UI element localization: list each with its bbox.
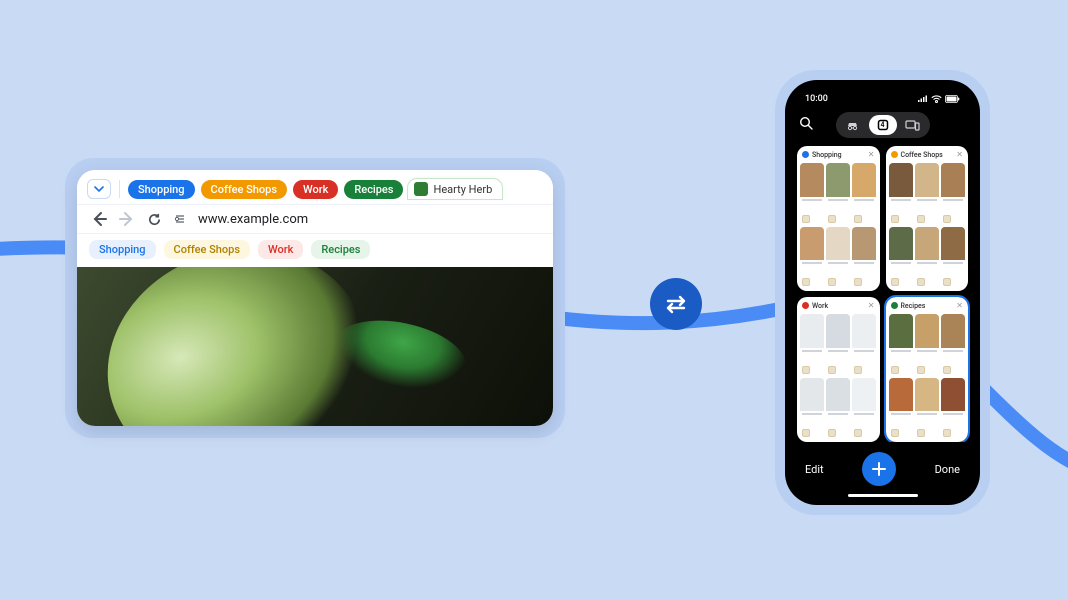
bookmark-work[interactable]: Work (258, 240, 303, 259)
tab-thumbnail[interactable] (915, 378, 939, 440)
tab-thumbnail[interactable] (915, 227, 939, 289)
phone-group-label: Work (812, 302, 828, 310)
phone-card: 10:00 4 (775, 70, 990, 515)
view-incognito[interactable] (839, 115, 867, 135)
edit-button[interactable]: Edit (805, 463, 824, 476)
signal-icon (917, 95, 928, 103)
tab-thumbnail[interactable] (941, 163, 965, 225)
sync-icon (650, 278, 702, 330)
tab-thumbnail[interactable] (941, 378, 965, 440)
tab-thumbnail[interactable] (941, 314, 965, 376)
wifi-icon (931, 95, 942, 103)
tab-thumbnail[interactable] (941, 227, 965, 289)
status-bar: 10:00 (795, 90, 970, 112)
home-indicator (848, 494, 918, 497)
tab-thumbnail[interactable] (800, 378, 824, 440)
tab-thumbnail[interactable] (826, 378, 850, 440)
forward-button[interactable] (119, 211, 135, 227)
view-segmented-control: 4 (836, 112, 930, 138)
address-bar: www.example.com (77, 204, 553, 234)
phone-group-coffee-shops[interactable]: Coffee Shops ✕ (886, 146, 969, 291)
tab-group-coffee-shops[interactable]: Coffee Shops (201, 180, 287, 199)
status-time: 10:00 (805, 94, 828, 104)
view-open-tabs[interactable]: 4 (869, 115, 897, 135)
tab-thumbnail[interactable] (800, 163, 824, 225)
bookmark-coffee-shops[interactable]: Coffee Shops (164, 240, 250, 259)
phone-bottom-bar: Edit Done (795, 442, 970, 490)
desktop-browser-card: Shopping Coffee Shops Work Recipes Heart… (65, 158, 565, 438)
tab-strip-divider (119, 180, 120, 198)
close-icon[interactable]: ✕ (868, 301, 875, 310)
battery-icon (945, 95, 960, 103)
tabs-dropdown-button[interactable] (87, 179, 111, 199)
tab-thumbnail[interactable] (826, 227, 850, 289)
close-icon[interactable]: ✕ (956, 150, 963, 159)
phone-group-label: Shopping (812, 151, 842, 159)
tab-groups-grid: Shopping ✕ Coffee Shops ✕ (795, 146, 970, 442)
reload-button[interactable] (147, 212, 162, 227)
tab-thumbnail[interactable] (852, 227, 876, 289)
open-tabs-count: 4 (881, 121, 885, 129)
tab-thumbnail[interactable] (889, 314, 913, 376)
tab-thumbnail[interactable] (826, 314, 850, 376)
close-icon[interactable]: ✕ (868, 150, 875, 159)
phone-frame: 10:00 4 (785, 80, 980, 505)
tab-thumbnail[interactable] (852, 378, 876, 440)
view-other-devices[interactable] (899, 115, 927, 135)
tab-group-shopping[interactable]: Shopping (128, 180, 195, 199)
url-text[interactable]: www.example.com (198, 212, 308, 227)
phone-group-shopping[interactable]: Shopping ✕ (797, 146, 880, 291)
active-tab-label: Hearty Herb (433, 183, 492, 196)
tab-group-recipes[interactable]: Recipes (344, 180, 403, 199)
back-button[interactable] (91, 211, 107, 227)
phone-group-label: Recipes (901, 302, 926, 310)
phone-group-work[interactable]: Work ✕ (797, 297, 880, 442)
tab-thumbnail[interactable] (889, 227, 913, 289)
active-tab[interactable]: Hearty Herb (407, 178, 503, 200)
phone-group-label: Coffee Shops (901, 151, 943, 159)
close-icon[interactable]: ✕ (956, 301, 963, 310)
tab-thumbnail[interactable] (889, 378, 913, 440)
tab-strip: Shopping Coffee Shops Work Recipes Heart… (77, 170, 553, 204)
new-tab-button[interactable] (862, 452, 896, 486)
tab-group-work[interactable]: Work (293, 180, 338, 199)
phone-toolbar: 4 (795, 112, 970, 146)
tab-thumbnail[interactable] (800, 227, 824, 289)
status-indicators (917, 94, 960, 104)
bookmark-shopping[interactable]: Shopping (89, 240, 156, 259)
page-content-image (77, 267, 553, 426)
tab-thumbnail[interactable] (915, 163, 939, 225)
bookmark-bar: Shopping Coffee Shops Work Recipes (77, 234, 553, 267)
tab-thumbnail[interactable] (889, 163, 913, 225)
tab-thumbnail[interactable] (852, 314, 876, 376)
site-info-icon[interactable] (174, 213, 186, 225)
tab-thumbnail[interactable] (800, 314, 824, 376)
done-button[interactable]: Done (935, 463, 960, 476)
bookmark-recipes[interactable]: Recipes (311, 240, 370, 259)
tab-thumbnail[interactable] (915, 314, 939, 376)
tab-thumbnail[interactable] (852, 163, 876, 225)
tab-thumbnail[interactable] (826, 163, 850, 225)
desktop-browser-window: Shopping Coffee Shops Work Recipes Heart… (77, 170, 553, 426)
search-icon[interactable] (799, 116, 814, 135)
phone-group-recipes[interactable]: Recipes ✕ (886, 297, 969, 442)
active-tab-favicon (414, 182, 428, 196)
